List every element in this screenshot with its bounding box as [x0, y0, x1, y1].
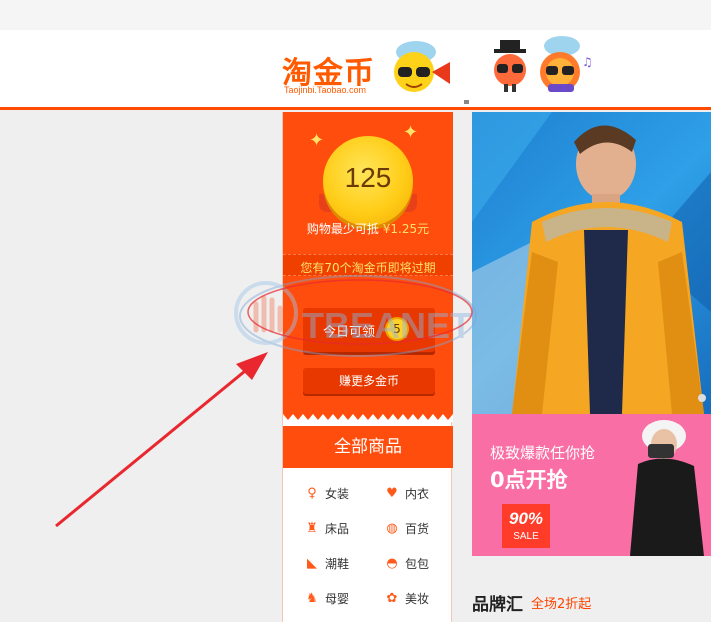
rocking-horse-icon: ♞ [306, 591, 318, 606]
dress-icon: ♀ [307, 486, 317, 501]
tissue-roll-icon: ◍ [386, 521, 398, 536]
logo-url: Taojinbi.Taobao.com [284, 85, 367, 95]
coin-sidebar: ✦ ✦ 125 购物最少可抵 ¥1.25元 您有70个淘金币即将过期 今日可领 … [282, 112, 453, 622]
category-label: 潮鞋 [325, 557, 350, 571]
promo-subtitle: 0点开抢 [490, 468, 568, 492]
category-item[interactable]: ◍ 百货 [383, 517, 453, 541]
red-arrow-icon [55, 352, 268, 528]
deduct-info: 购物最少可抵 ¥1.25元 [283, 220, 453, 237]
category-item[interactable]: ♞ 母婴 [303, 587, 373, 611]
zigzag-divider [283, 408, 453, 422]
coin-section: ✦ ✦ 125 购物最少可抵 ¥1.25元 您有70个淘金币即将过期 今日可领 … [283, 112, 453, 422]
category-label: 女装 [325, 487, 350, 501]
makeup-icon: ✿ [386, 591, 398, 606]
deduct-label: 购物最少可抵 [306, 222, 383, 236]
hat-mascot-icon [494, 40, 526, 92]
category-label: 包包 [405, 557, 430, 571]
earn-more-button[interactable]: 赚更多金币 [303, 368, 435, 394]
category-item[interactable]: ✿ 美妆 [383, 587, 453, 611]
category-label: 美妆 [405, 592, 430, 606]
brand-section-subtitle[interactable]: 全场2折起 [531, 593, 591, 612]
sale-label: SALE [513, 531, 539, 542]
category-item[interactable]: ◓ 包包 [383, 552, 453, 576]
sun-mascot-horn-icon [394, 41, 450, 92]
sparkle-icon: ✦ [309, 130, 325, 151]
coin-balance-icon: 125 [323, 136, 413, 226]
hero-banner[interactable] [472, 112, 711, 414]
coin-balance: 125 [344, 162, 392, 193]
model-in-jacket-image [472, 112, 711, 414]
high-heel-icon: ◣ [307, 556, 317, 571]
svg-text:♫: ♫ [582, 55, 593, 69]
handbag-icon: ◓ [386, 556, 398, 571]
lingerie-icon: ♥ [386, 486, 398, 501]
brand-section-title[interactable]: 品牌汇 [472, 590, 523, 615]
lamp-icon: ♜ [306, 521, 318, 536]
all-categories-header[interactable]: 全部商品 [283, 426, 453, 468]
sun-mascot-guitar-icon: ♫ [540, 36, 593, 92]
category-item[interactable]: ◣ 潮鞋 [303, 552, 373, 576]
sale-percent: 90% [508, 509, 544, 528]
category-item[interactable]: ♜ 床品 [303, 517, 373, 541]
expire-notice[interactable]: 您有70个淘金币即将过期 [283, 259, 453, 276]
promo-title: 极致爆款任你抢 [490, 444, 596, 462]
top-bar [0, 0, 711, 30]
flash-sale-banner[interactable]: 极致爆款任你抢 0点开抢 90% SALE [472, 414, 711, 556]
category-label: 床品 [325, 522, 350, 536]
claim-today-label: 今日可领 [323, 325, 376, 340]
sale-badge: 90% SALE [502, 504, 550, 548]
claim-coin-icon: 5 [385, 317, 409, 341]
taojinbi-logo[interactable]: 淘金币 Taojinbi.Taobao.com [282, 48, 392, 108]
model-with-camera-image [630, 420, 704, 556]
category-label: 内衣 [405, 487, 430, 501]
category-item[interactable]: ♀ 女装 [303, 482, 373, 506]
scroll-indicator [464, 100, 469, 104]
sparkle-icon: ✦ [403, 122, 419, 143]
category-label: 百货 [405, 522, 430, 536]
deduct-amount: ¥1.25元 [382, 222, 430, 236]
site-header: 淘金币 Taojinbi.Taobao.com ♫ [0, 30, 711, 110]
page: 淘金币 Taojinbi.Taobao.com ♫ ✦ ✦ 125 购物最少可抵… [0, 0, 711, 622]
category-item[interactable]: ♥ 内衣 [383, 482, 453, 506]
category-label: 母婴 [325, 592, 350, 606]
claim-today-button[interactable]: 今日可领 5 [303, 308, 435, 352]
